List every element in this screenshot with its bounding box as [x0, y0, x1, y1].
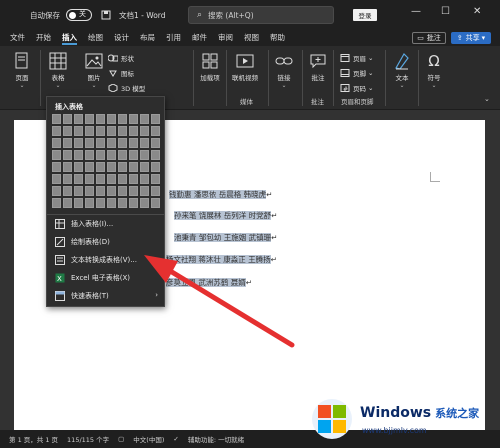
annotation-arrow — [144, 255, 295, 348]
windows-logo-icon — [312, 399, 352, 439]
watermark: Windows 系统之家 www.bjjmlv.com — [292, 393, 496, 443]
watermark-brand: Windows 系统之家 — [360, 405, 479, 421]
accessibility-icon: ✓ — [173, 435, 179, 443]
proofing-icon[interactable]: ▢ — [118, 435, 124, 443]
language[interactable]: 中文(中国) — [133, 434, 164, 444]
word-count[interactable]: 115/115 个字 — [67, 434, 109, 444]
watermark-url: www.bjjmlv.com — [362, 426, 427, 435]
watermark-brand-cn: 系统之家 — [435, 407, 480, 420]
accessibility-status[interactable]: 辅助功能: 一切就绪 — [188, 434, 244, 444]
page-count[interactable]: 第 1 页，共 1 页 — [9, 434, 58, 444]
watermark-brand-en: Windows — [360, 405, 432, 421]
